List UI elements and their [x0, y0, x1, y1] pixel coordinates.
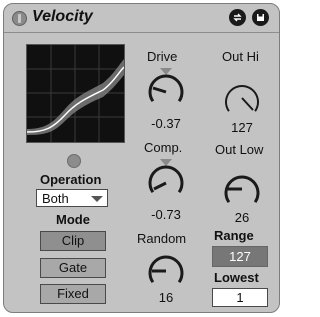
- out-hi-label: Out Hi: [222, 49, 259, 64]
- lowest-label: Lowest: [214, 270, 259, 285]
- velocity-device: Velocity Operation Both Mode Clip Gate F…: [3, 3, 280, 313]
- drive-value: -0.37: [151, 116, 181, 131]
- device-title-bar[interactable]: Velocity: [4, 4, 279, 32]
- range-label: Range: [214, 228, 254, 243]
- mode-label: Mode: [56, 212, 90, 227]
- comp-knob[interactable]: [144, 157, 188, 212]
- save-preset-icon[interactable]: [252, 9, 269, 26]
- title-divider: [4, 32, 279, 33]
- device-title: Velocity: [32, 8, 93, 25]
- out-low-value: 26: [234, 210, 250, 225]
- out-hi-knob[interactable]: [220, 76, 264, 125]
- random-label: Random: [137, 231, 187, 246]
- velocity-curve-display: [26, 44, 125, 143]
- comp-label: Comp.: [144, 140, 183, 155]
- operation-label: Operation: [40, 172, 102, 187]
- comp-value: -0.73: [151, 207, 181, 222]
- random-value: 16: [158, 290, 174, 305]
- chevron-down-icon: [91, 196, 103, 202]
- range-display: 127: [212, 246, 268, 267]
- device-power-icon[interactable]: [12, 11, 27, 26]
- random-knob[interactable]: [144, 247, 188, 296]
- hot-swap-icon[interactable]: [229, 9, 246, 26]
- drive-knob[interactable]: [144, 66, 188, 121]
- drive-label: Drive: [147, 49, 178, 64]
- mode-gate-button[interactable]: Gate: [40, 258, 106, 278]
- out-low-label: Out Low: [215, 142, 264, 157]
- mode-fixed-button[interactable]: Fixed: [40, 284, 106, 304]
- lowest-field[interactable]: 1: [212, 288, 268, 307]
- mode-clip-button[interactable]: Clip: [40, 231, 106, 251]
- operation-value: Both: [42, 191, 69, 206]
- out-low-knob[interactable]: [220, 167, 264, 216]
- operation-select[interactable]: Both: [36, 189, 108, 207]
- curve-indicator-led: [67, 154, 81, 168]
- out-hi-value: 127: [231, 120, 253, 135]
